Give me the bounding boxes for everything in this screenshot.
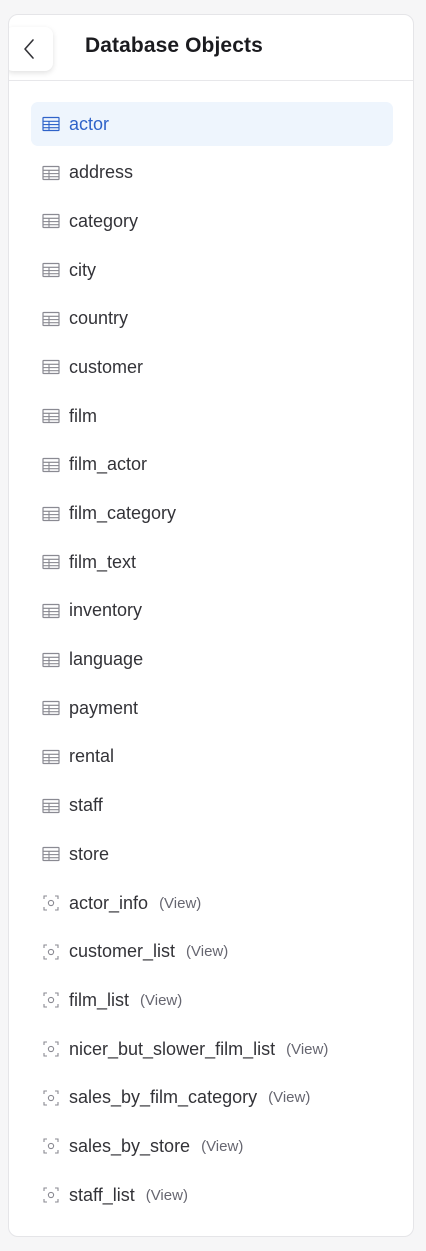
object-name: country <box>69 308 129 329</box>
table-icon <box>42 553 60 571</box>
object-name: film_category <box>69 503 177 523</box>
view-item-film-list[interactable]: film_list (View) <box>31 978 393 1022</box>
table-item-category[interactable]: category <box>31 199 393 243</box>
database-objects-panel: Database Objects actor address category cit… <box>8 14 414 1237</box>
chevron-left-icon <box>22 38 36 60</box>
object-type-suffix: (View) <box>186 943 229 961</box>
object-name: customer_list <box>69 941 176 962</box>
object-name: film_actor <box>69 454 148 475</box>
object-name: city <box>69 259 96 280</box>
table-icon <box>42 310 60 328</box>
back-button[interactable] <box>9 27 53 71</box>
table-item-film-category[interactable]: film_category <box>31 492 393 536</box>
object-name: sales_by_store <box>69 1135 191 1156</box>
table-icon <box>42 456 60 474</box>
table-item-actor[interactable]: actor <box>31 102 393 146</box>
table-item-customer[interactable]: customer <box>31 345 393 389</box>
object-name: staff <box>69 795 103 816</box>
view-item-actor-info[interactable]: actor_info (View) <box>31 881 393 925</box>
view-item-staff-list[interactable]: staff_list (View) <box>31 1173 393 1217</box>
table-item-country[interactable]: country <box>31 297 393 341</box>
object-name: nicer_but_slower_film_list <box>69 1038 276 1059</box>
page-title: Database Objects <box>85 34 263 57</box>
table-item-film-text[interactable]: film_text <box>31 540 393 584</box>
table-item-store[interactable]: store <box>31 832 393 876</box>
table-icon <box>42 797 60 815</box>
view-icon <box>42 1137 60 1155</box>
table-icon <box>42 602 60 620</box>
object-name: rental <box>69 746 115 767</box>
table-item-city[interactable]: city <box>31 248 393 292</box>
table-icon <box>42 505 60 523</box>
object-list: actor address category city country customer f… <box>31 102 393 1222</box>
table-icon <box>42 407 60 425</box>
object-type-suffix: (View) <box>145 1186 188 1204</box>
table-item-staff[interactable]: staff <box>31 784 393 828</box>
object-name: address <box>69 162 134 183</box>
object-name: film_list <box>69 989 130 1010</box>
panel-header: Database Objects <box>9 15 413 81</box>
object-name: sales_by_film_category <box>69 1087 258 1108</box>
object-name: category <box>69 210 139 231</box>
table-item-film[interactable]: film <box>31 394 393 438</box>
table-icon <box>42 845 60 863</box>
view-icon <box>42 991 60 1009</box>
table-item-rental[interactable]: rental <box>31 735 393 779</box>
view-icon <box>42 943 60 961</box>
view-icon <box>42 894 60 912</box>
table-icon <box>42 164 60 182</box>
table-item-payment[interactable]: payment <box>31 686 393 730</box>
object-name: store <box>69 843 110 864</box>
object-type-suffix: (View) <box>268 1089 311 1107</box>
view-icon <box>42 1040 60 1058</box>
object-name: actor_info <box>69 892 149 913</box>
table-item-address[interactable]: address <box>31 151 393 195</box>
table-icon <box>42 212 60 230</box>
table-item-film-actor[interactable]: film_actor <box>31 443 393 487</box>
object-name: customer <box>69 356 144 377</box>
object-name: film <box>69 405 97 426</box>
object-name: film_text <box>69 551 137 572</box>
object-name: staff_list <box>69 1184 135 1205</box>
table-icon <box>42 748 60 766</box>
object-name: actor <box>69 113 110 134</box>
object-name: inventory <box>69 600 143 621</box>
view-icon <box>42 1089 60 1107</box>
table-icon <box>42 115 60 133</box>
object-name: payment <box>69 697 139 718</box>
object-type-suffix: (View) <box>159 894 202 912</box>
view-icon <box>42 1186 60 1204</box>
view-item-sales-by-store[interactable]: sales_by_store (View) <box>31 1124 393 1168</box>
object-name: language <box>69 649 144 670</box>
object-type-suffix: (View) <box>140 991 183 1009</box>
table-item-inventory[interactable]: inventory <box>31 589 393 633</box>
table-icon <box>42 651 60 669</box>
table-icon <box>42 261 60 279</box>
view-item-nicer-but-slower-film-list[interactable]: nicer_but_slower_film_list (View) <box>31 1027 393 1071</box>
table-item-language[interactable]: language <box>31 638 393 682</box>
table-icon <box>42 358 60 376</box>
object-type-suffix: (View) <box>201 1137 244 1155</box>
table-icon <box>42 699 60 717</box>
object-type-suffix: (View) <box>286 1040 329 1058</box>
view-item-customer-list[interactable]: customer_list (View) <box>31 930 393 974</box>
view-item-sales-by-film-category[interactable]: sales_by_film_category (View) <box>31 1076 393 1120</box>
